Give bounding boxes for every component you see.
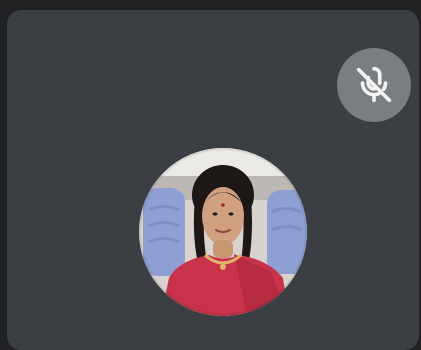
participant-tile[interactable] [7,10,419,350]
mic-off-icon [337,48,411,122]
participant-avatar [139,148,307,316]
